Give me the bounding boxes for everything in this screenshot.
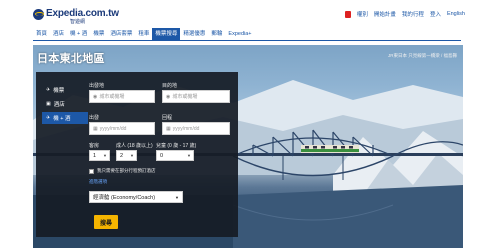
utility-link-1[interactable]: 權別 [357,10,368,18]
hero-photo-caption: JR東日本 只見線第一橋梁 / 福島縣 [388,53,457,58]
notification-icon[interactable] [344,10,351,18]
sign-in-link[interactable]: 登入 [430,10,441,18]
cabin-class-select[interactable]: 經濟艙 (Economy/Coach) ▼ [89,191,183,203]
from-placeholder: 城市或機場 [99,94,125,100]
train [301,145,359,153]
depart-label: 出發 [89,115,100,121]
plane-icon: ✈ [46,87,51,93]
tab-hotels-label: 酒店 [53,102,65,108]
nav-hotels[interactable]: 酒店 [50,28,67,40]
expedia-page: Expedia.com.tw 智遊網 權別 開始計畫 我的行程 登入 Engli… [0,0,483,248]
calendar-icon: ▦ [166,125,171,132]
adults-label: 成人 (18 歲以上) [116,143,153,149]
expedia-logo[interactable]: Expedia.com.tw 智遊網 [33,8,119,25]
hotel-icon: ▣ [46,101,51,107]
nav-packages[interactable]: 酒店套票 [107,28,135,40]
partial-hotel-label: 我只需要在部分行程預訂酒店 [97,168,156,173]
advanced-options-link[interactable]: 進階選項 [89,179,107,185]
return-placeholder: yyyy/mm/dd [172,125,200,132]
to-input[interactable]: ◉ 城市或機場 [162,90,230,103]
rooms-label: 客房 [89,143,100,149]
chevron-down-icon: ▼ [187,153,191,158]
location-pin-icon: ◉ [93,93,98,100]
from-label: 出發地 [89,83,105,89]
logo-name: Expedia.com.tw [46,8,119,19]
nav-home[interactable]: 首頁 [33,28,50,40]
main-nav: 首頁 酒店 機 + 酒 機票 酒店套票 租車 機票搜尋 精選優惠 郵輪 Expe… [33,28,255,40]
return-label: 回程 [162,115,173,121]
globe-icon [33,9,44,20]
package-icon: ✈ [46,115,51,121]
children-value: 0 [160,152,164,159]
nav-cruises[interactable]: 郵輪 [208,28,225,40]
chevron-down-icon: ▼ [175,194,179,200]
language-link[interactable]: English [447,11,465,17]
calendar-icon: ▦ [93,125,98,132]
rooms-value: 1 [93,152,97,159]
nav-deals[interactable]: 精選優惠 [180,28,208,40]
tab-flights[interactable]: ✈ 機票 [42,84,88,96]
return-date-input[interactable]: ▦ yyyy/mm/dd [162,122,230,135]
partial-hotel-checkbox[interactable] [89,168,94,174]
cabin-class-value: 經濟艙 (Economy/Coach) [93,195,156,201]
children-select[interactable]: 0 ▼ [156,150,194,161]
utility-links: 權別 開始計畫 我的行程 登入 English [344,10,465,18]
location-pin-icon: ◉ [166,93,171,100]
depart-placeholder: yyyy/mm/dd [99,125,127,132]
to-label: 目的地 [162,83,178,89]
nav-divider [33,40,461,41]
tab-hotels[interactable]: ▣ 酒店 [42,98,88,110]
from-input[interactable]: ◉ 城市或機場 [89,90,155,103]
hero-title: 日本東北地區 [37,53,105,65]
nav-expedia-plus[interactable]: Expedia+ [225,28,254,40]
depart-date-input[interactable]: ▦ yyyy/mm/dd [89,122,155,135]
tab-flights-label: 機票 [53,88,65,94]
adults-value: 2 [120,152,124,159]
nav-cars[interactable]: 租車 [135,28,152,40]
nav-flight-search[interactable]: 機票搜尋 [152,28,181,40]
chevron-down-icon: ▼ [130,153,134,158]
utility-link-3[interactable]: 我的行程 [402,10,424,18]
adults-select[interactable]: 2 ▼ [116,150,137,161]
utility-link-2[interactable]: 開始計畫 [374,10,396,18]
rooms-select[interactable]: 1 ▼ [89,150,110,161]
search-button[interactable]: 搜尋 [94,215,118,229]
tab-flight-hotel-label: 機 + 酒 [53,116,71,122]
nav-flights[interactable]: 機票 [90,28,107,40]
top-bar: Expedia.com.tw 智遊網 權別 開始計畫 我的行程 登入 Engli… [0,0,483,28]
search-tabs: ✈ 機票 ▣ 酒店 ✈ 機 + 酒 [42,84,88,126]
tab-flight-hotel[interactable]: ✈ 機 + 酒 [42,112,88,124]
to-placeholder: 城市或機場 [172,94,198,100]
chevron-down-icon: ▼ [103,153,107,158]
logo-subtitle: 智遊網 [70,19,86,25]
nav-flight-hotel[interactable]: 機 + 酒 [67,28,90,40]
partial-hotel-option[interactable]: 我只需要在部分行程預訂酒店 [89,168,156,174]
children-label: 兒童 (0 歲 - 17 歲) [156,143,197,149]
